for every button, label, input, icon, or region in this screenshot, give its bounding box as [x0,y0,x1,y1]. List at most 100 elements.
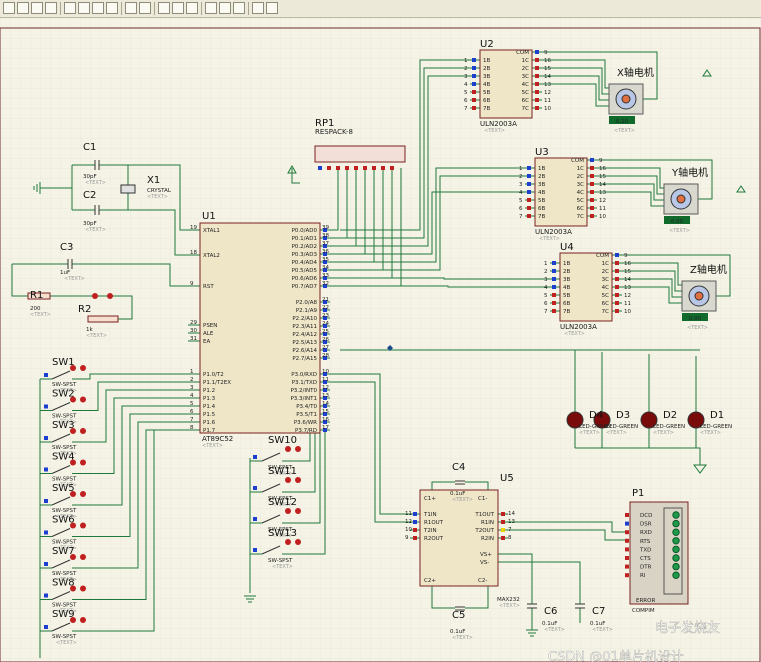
uln-pin-name: 2C [602,269,609,275]
reset-button-dot[interactable] [107,293,113,299]
p1-led[interactable] [672,545,680,554]
u1-pin-name: P2.3/A11 [292,324,317,330]
switch-contact[interactable] [80,365,86,371]
switch-contact[interactable] [295,446,301,452]
switch-contact[interactable] [285,446,291,452]
p1-led[interactable] [672,571,680,579]
p1-led[interactable] [672,537,680,545]
motor-shaft [621,94,631,104]
pin-marker [590,206,594,210]
bom-icon[interactable] [219,2,231,14]
pin-marker [472,74,476,78]
uln-pin-name: 6B [563,301,570,307]
new-icon[interactable] [3,2,15,14]
zoom-all-icon[interactable] [92,2,104,14]
zoom-in-icon[interactable] [64,2,76,14]
find-icon[interactable] [205,2,217,14]
u1-pin-num: 12 [322,385,329,391]
toolbar-separator [154,2,155,15]
uln-pin-num: 12 [544,90,551,96]
pin-marker [615,277,619,281]
pin-marker [615,309,619,313]
uln-pin-num: 6 [544,301,548,307]
p1-ref: P1 [632,488,644,499]
r2-text: <TEXT> [86,333,107,339]
u1-pin-num: 8 [190,425,194,431]
p1-led[interactable] [672,528,680,536]
p1-body[interactable] [629,501,689,605]
switch-contact[interactable] [285,477,291,483]
pin-marker [552,269,556,273]
c5-ref: C5 [452,610,465,621]
u5-pin-num: 12 [405,519,412,525]
reset-button-dot[interactable] [92,293,98,299]
u1-pin-name: P3.3/INT1 [290,396,317,402]
pin-marker [527,206,531,210]
x1-body[interactable] [120,184,136,194]
redo-icon[interactable] [139,2,151,14]
print-icon[interactable] [45,2,57,14]
pin-marker [615,253,619,257]
copy-icon[interactable] [172,2,184,14]
p1-led[interactable] [672,511,680,519]
pin-marker [44,373,48,377]
switch-contact[interactable] [285,508,291,514]
p1-led[interactable] [672,554,680,562]
error-log-icon[interactable] [266,2,278,14]
motor-readout: 0.00 [689,316,702,322]
schematic-canvas[interactable]: U1AT89C52<TEXT>XTAL119XTAL218RST9PSEN29A… [0,18,761,662]
r2-body[interactable] [87,315,119,323]
switch-contact[interactable] [80,491,86,497]
switch-text: <TEXT> [272,564,293,570]
u1-pin-num: 21 [322,297,329,303]
motor-readout: 0.00 [671,219,684,225]
switch-contact[interactable] [80,585,86,592]
pin-marker [535,90,539,94]
library-icon[interactable] [252,2,264,14]
switch-contact[interactable] [80,554,86,560]
switch-contact[interactable] [285,539,291,545]
save-icon[interactable] [31,2,43,14]
switch-contact[interactable] [80,459,86,466]
pan-icon[interactable] [106,2,118,14]
pin-marker [615,285,619,289]
rp1-body[interactable] [314,145,406,163]
switch-contact[interactable] [80,428,86,434]
zoom-out-icon[interactable] [78,2,90,14]
netlist-icon[interactable] [233,2,245,14]
p1-pin-name: RXD [640,530,652,536]
switch-contact[interactable] [80,522,86,529]
uln-pin-name: 7C [602,309,609,315]
cut-icon[interactable] [158,2,170,14]
led-text: <TEXT> [653,430,674,436]
uln-pin-num: 10 [624,309,631,315]
switch-contact[interactable] [80,396,86,403]
switch-contact[interactable] [80,617,86,623]
u5-pin-name: R2IN [481,536,494,542]
uln-pin-name: 5C [522,90,529,96]
p1-led[interactable] [672,519,680,528]
pin-marker [253,455,257,459]
u5-c1minus: C1- [478,496,487,502]
uln-ref: U2 [480,39,494,50]
pin-marker [590,198,594,202]
uln-pin-name: 1B [483,58,490,64]
switch-contact[interactable] [295,539,301,545]
uln-pin-num: 13 [599,190,606,196]
open-icon[interactable] [17,2,29,14]
pin-marker [552,277,556,281]
switch-contact[interactable] [295,477,301,483]
pin-marker [501,520,505,524]
paste-icon[interactable] [186,2,198,14]
undo-icon[interactable] [125,2,137,14]
uln-pin-name: 3C [577,182,584,188]
switch-contact[interactable] [295,508,301,514]
u1-pin-name: P3.1/TXD [292,380,317,386]
pin-marker [44,562,48,566]
toolbar [0,0,761,18]
p1-led[interactable] [672,562,680,571]
uln-pin-name: 2C [522,66,529,72]
uln-pin-name: 2C [577,174,584,180]
pin-marker [363,166,367,170]
pin-marker [535,58,539,62]
